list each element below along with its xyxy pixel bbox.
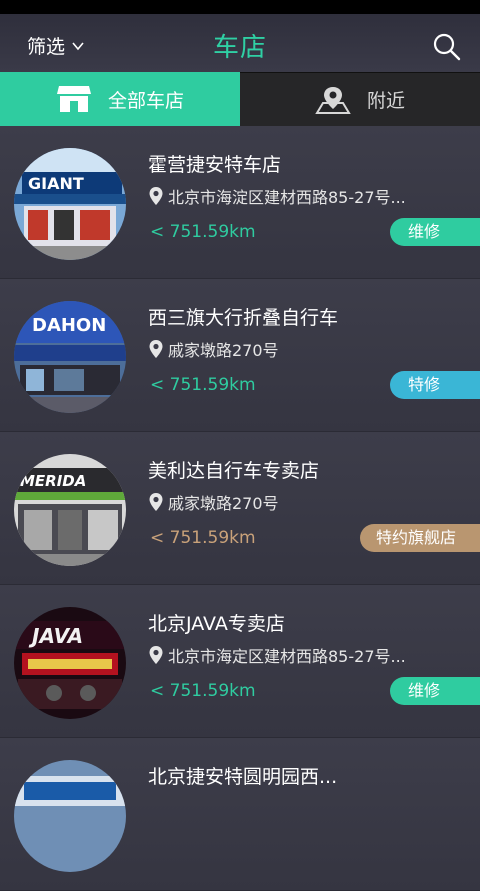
list-item[interactable]: JAVA 北京JAVA专卖店 北京市海定区建材西路85-27号... < 751… (0, 585, 480, 738)
list-item[interactable]: DAHON 西三旗大行折叠自行车 戚家墩路270号 < 751.59km 特修 (0, 279, 480, 432)
status-bar (0, 0, 480, 14)
store-icon (56, 86, 91, 112)
map-pin-icon (315, 86, 351, 114)
header: 筛选 车店 (0, 14, 480, 72)
tab-nearby-label: 附近 (366, 90, 405, 112)
list-item[interactable]: GIANT 霍营捷安特车店 北京市海淀区建材西路85-27号... < 751.… (0, 126, 480, 279)
status-badge: 特修 (390, 371, 480, 399)
store-address: 北京市海定区建材西路85-27号... (148, 643, 406, 667)
store-distance: < 751.59km (150, 681, 256, 701)
store-address-text: 戚家墩路270号 (168, 341, 279, 360)
location-pin-icon (149, 187, 163, 205)
store-photo: JAVA (14, 607, 126, 719)
store-address-text: 北京市海淀区建材西路85-27号... (168, 188, 406, 207)
tab-nearby[interactable]: 附近 (240, 72, 480, 126)
store-sign: JAVA (28, 624, 83, 648)
search-icon[interactable] (432, 32, 462, 62)
store-photo: MERIDA (14, 454, 126, 566)
store-distance: < 751.59km (150, 375, 256, 395)
store-name: 美利达自行车专卖店 (148, 460, 320, 482)
tab-bar: 全部车店 附近 (0, 72, 480, 126)
store-photo: GIANT (14, 148, 126, 260)
status-badge: 维修 (390, 677, 480, 705)
location-pin-icon (149, 493, 163, 511)
location-pin-icon (149, 646, 163, 664)
store-name: 北京捷安特圆明园西... (148, 766, 338, 788)
list-item[interactable]: MERIDA 美利达自行车专卖店 戚家墩路270号 < 751.59km 特约旗… (0, 432, 480, 585)
tab-all-stores[interactable]: 全部车店 (0, 72, 240, 126)
store-sign: MERIDA (20, 472, 86, 490)
page-title: 车店 (212, 33, 267, 63)
store-list: GIANT 霍营捷安特车店 北京市海淀区建材西路85-27号... < 751.… (0, 126, 480, 891)
status-badge: 特约旗舰店 (360, 524, 480, 552)
tab-all-stores-label: 全部车店 (107, 89, 184, 112)
store-name: 北京JAVA专卖店 (148, 613, 285, 635)
location-pin-icon (149, 340, 163, 358)
store-distance: < 751.59km (150, 528, 256, 548)
store-sign: DAHON (32, 315, 106, 336)
store-address: 戚家墩路270号 (148, 490, 279, 514)
store-address-text: 北京市海定区建材西路85-27号... (168, 647, 406, 666)
store-distance: < 751.59km (150, 222, 256, 242)
store-address-text: 戚家墩路270号 (168, 494, 279, 513)
store-address: 戚家墩路270号 (148, 337, 279, 361)
store-photo: DAHON (14, 301, 126, 413)
store-address: 北京市海淀区建材西路85-27号... (148, 184, 406, 208)
store-name: 霍营捷安特车店 (148, 154, 282, 176)
list-item[interactable]: 北京捷安特圆明园西... (0, 738, 480, 891)
store-photo (14, 760, 126, 872)
store-sign: GIANT (28, 174, 84, 193)
store-name: 西三旗大行折叠自行车 (148, 307, 339, 329)
status-badge: 维修 (390, 218, 480, 246)
